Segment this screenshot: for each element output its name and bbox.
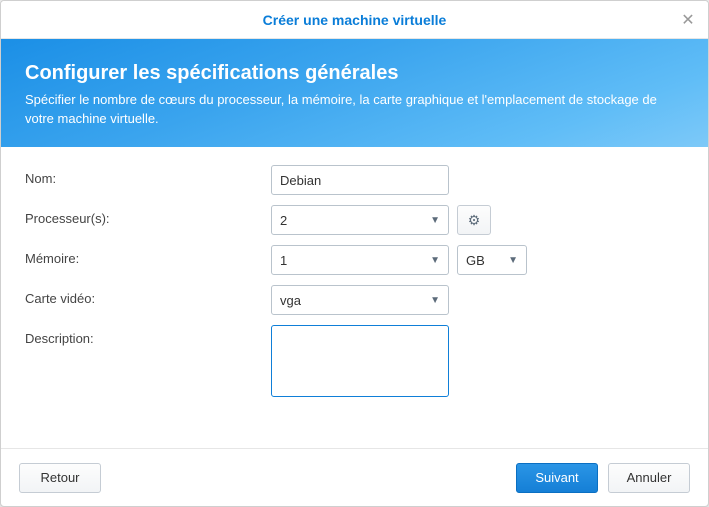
chevron-down-icon: ▼ xyxy=(430,255,440,266)
row-name: Nom: xyxy=(25,165,684,195)
processor-select[interactable]: 2 ▼ xyxy=(271,205,449,235)
gear-icon: ⚙ xyxy=(468,212,481,229)
row-description: Description: xyxy=(25,325,684,397)
video-value: vga xyxy=(280,293,301,308)
memory-label: Mémoire: xyxy=(25,245,271,266)
banner-heading: Configurer les spécifications générales xyxy=(25,62,684,85)
memory-unit-value: GB xyxy=(466,253,485,268)
name-input[interactable] xyxy=(271,165,449,195)
description-textarea[interactable] xyxy=(271,325,449,397)
cancel-button[interactable]: Annuler xyxy=(608,463,690,493)
processor-settings-button[interactable]: ⚙ xyxy=(457,205,491,235)
back-button[interactable]: Retour xyxy=(19,463,101,493)
memory-value: 1 xyxy=(280,253,287,268)
chevron-down-icon: ▼ xyxy=(430,295,440,306)
row-processor: Processeur(s): 2 ▼ ⚙ xyxy=(25,205,684,235)
processor-value: 2 xyxy=(280,213,287,228)
video-label: Carte vidéo: xyxy=(25,285,271,306)
video-select[interactable]: vga ▼ xyxy=(271,285,449,315)
chevron-down-icon: ▼ xyxy=(430,215,440,226)
memory-unit-select[interactable]: GB ▼ xyxy=(457,245,527,275)
form-area: Nom: Processeur(s): 2 ▼ ⚙ Mémoire: 1 xyxy=(1,147,708,448)
banner-subheading: Spécifier le nombre de cœurs du processe… xyxy=(25,91,684,127)
description-label: Description: xyxy=(25,325,271,346)
row-memory: Mémoire: 1 ▼ GB ▼ xyxy=(25,245,684,275)
name-label: Nom: xyxy=(25,165,271,186)
close-icon: ✕ xyxy=(681,10,694,30)
header-banner: Configurer les spécifications générales … xyxy=(1,39,708,147)
window-title: Créer une machine virtuelle xyxy=(263,12,447,28)
dialog-window: Créer une machine virtuelle ✕ Configurer… xyxy=(0,0,709,507)
next-button[interactable]: Suivant xyxy=(516,463,598,493)
titlebar: Créer une machine virtuelle ✕ xyxy=(1,1,708,39)
memory-select[interactable]: 1 ▼ xyxy=(271,245,449,275)
row-video: Carte vidéo: vga ▼ xyxy=(25,285,684,315)
footer: Retour Suivant Annuler xyxy=(1,448,708,506)
chevron-down-icon: ▼ xyxy=(508,255,518,266)
close-button[interactable]: ✕ xyxy=(668,1,708,39)
processor-label: Processeur(s): xyxy=(25,205,271,226)
